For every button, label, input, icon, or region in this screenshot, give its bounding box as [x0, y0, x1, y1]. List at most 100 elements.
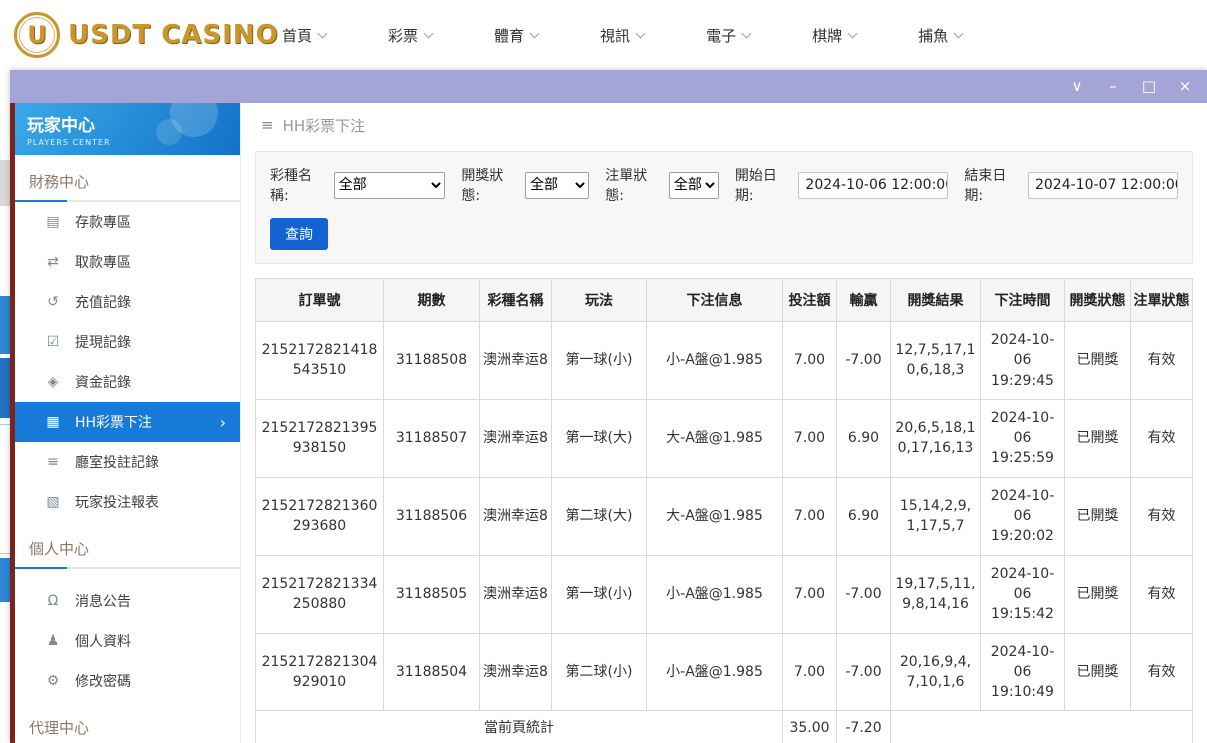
start-date-input[interactable] [798, 171, 949, 199]
sidebar-item-change-password[interactable]: ⚙ 修改密碼 [15, 661, 240, 701]
cell-bet-time: 2024-10-06 19:20:02 [980, 476, 1065, 556]
nav-item-electronic[interactable]: 電子 [706, 25, 752, 46]
sidebar-item-announcements[interactable]: Ω 消息公告 [15, 581, 240, 621]
main-content: ≡ HH彩票下注 彩種名稱: 全部 開獎狀態: 全部 注單狀態: 全部 開始日期… [241, 103, 1207, 743]
cell-play: 第二球(大) [551, 476, 647, 556]
col-bet-info: 下注信息 [646, 278, 783, 322]
cell-bet-info: 大-A盤@1.985 [646, 476, 783, 556]
logo-emblem-icon: U [14, 12, 60, 58]
cell-bet-info: 小-A盤@1.985 [646, 554, 783, 634]
cell-bet-amount: 7.00 [782, 632, 837, 712]
sidebar-item-recharge-records[interactable]: ↺ 充值記錄 [15, 282, 240, 322]
withdraw-icon: ⇄ [47, 254, 59, 270]
cell-bet-amount: 7.00 [782, 321, 837, 400]
sidebar-item-withdraw[interactable]: ⇄ 取款專區 [15, 242, 240, 282]
window-titlebar: ∨ – □ × [10, 70, 1207, 103]
table-header-row: 訂單號 期數 彩種名稱 玩法 下注信息 投注額 輸贏 開獎結果 下注時間 開獎狀… [255, 278, 1193, 322]
cell-order-no: 2152172821360293680 [255, 476, 384, 556]
cell-winloss: -7.00 [836, 554, 891, 634]
sidebar-item-profile[interactable]: ♟ 個人資料 [15, 621, 240, 661]
nav-item-fishing[interactable]: 捕魚 [918, 25, 964, 46]
sidebar: 玩家中心 PLAYERS CENTER 財務中心 ▤ 存款專區 ⇄ 取款專區 ↺… [15, 103, 241, 743]
end-date-input[interactable] [1027, 171, 1178, 199]
nav-item-sports[interactable]: 體育 [494, 25, 540, 46]
cell-bet-info: 小-A盤@1.985 [646, 321, 783, 400]
chevron-right-icon: › [219, 412, 226, 432]
order-status-select[interactable]: 全部 [668, 171, 719, 199]
cell-play: 第一球(小) [551, 554, 647, 634]
order-status-label: 注單狀態: [605, 168, 648, 204]
bets-table: 訂單號 期數 彩種名稱 玩法 下注信息 投注額 輸贏 開獎結果 下注時間 開獎狀… [255, 278, 1193, 743]
nav-item-chess[interactable]: 棋牌 [812, 25, 858, 46]
sidebar-item-label: HH彩票下注 [75, 415, 153, 431]
cell-draw-status: 已開獎 [1064, 476, 1131, 556]
col-period: 期數 [383, 278, 480, 322]
window-minimize-button[interactable]: – [1105, 79, 1121, 94]
col-bet-amount: 投注額 [782, 278, 837, 322]
cell-period: 31188505 [383, 554, 480, 634]
summary-winloss-total: -7.20 [836, 710, 891, 743]
nav-item-home[interactable]: 首頁 [282, 25, 328, 46]
funds-icon: ◈ [47, 374, 59, 390]
cell-winloss: -7.00 [836, 632, 891, 712]
col-play: 玩法 [551, 278, 647, 322]
lottery-name-select[interactable]: 全部 [333, 171, 446, 199]
window-collapse-button[interactable]: ∨ [1069, 79, 1085, 94]
page: U USDT CASINO 首頁 彩票 體育 視訊 電子 棋牌 捕魚 ∨ – □… [0, 0, 1207, 743]
section-underline [15, 567, 240, 569]
bell-icon: Ω [47, 593, 59, 609]
cell-lottery-name: 澳洲幸运8 [479, 632, 552, 712]
cell-lottery-name: 澳洲幸运8 [479, 476, 552, 556]
site-logo[interactable]: U USDT CASINO [14, 12, 279, 58]
sidebar-item-cashout-records[interactable]: ☑ 提現記錄 [15, 322, 240, 362]
cell-period: 31188507 [383, 398, 480, 478]
room-records-icon: ≡ [47, 454, 59, 470]
search-button[interactable]: 查詢 [270, 218, 328, 250]
cell-order-no: 2152172821418543510 [255, 321, 384, 400]
sidebar-item-room-bet-records[interactable]: ≡ 廳室投註記錄 [15, 442, 240, 482]
sidebar-item-label: 充值記錄 [75, 295, 131, 311]
cell-draw-result: 15,14,2,9,1,17,5,7 [890, 476, 981, 556]
cell-bet-time: 2024-10-06 19:25:59 [980, 398, 1065, 478]
table-row: 2152172821334250880 31188505 澳洲幸运8 第一球(小… [255, 554, 1193, 634]
sidebar-item-funds-records[interactable]: ◈ 資金記錄 [15, 362, 240, 402]
section-title-finance: 財務中心 [29, 173, 90, 191]
sidebar-item-label: 取款專區 [75, 255, 131, 271]
cell-bet-time: 2024-10-06 19:29:45 [980, 321, 1065, 400]
col-draw-result: 開獎結果 [890, 278, 981, 322]
cell-bet-info: 大-A盤@1.985 [646, 398, 783, 478]
cell-draw-result: 19,17,5,11,9,8,14,16 [890, 554, 981, 634]
filter-panel: 彩種名稱: 全部 開獎狀態: 全部 注單狀態: 全部 開始日期: 2024-10… [255, 151, 1193, 264]
cell-order-status: 有效 [1130, 632, 1193, 712]
sidebar-item-player-bet-report[interactable]: ▧ 玩家投注報表 [15, 482, 240, 522]
page-title-bar: ≡ HH彩票下注 [255, 103, 1193, 147]
menu-icon[interactable]: ≡ [261, 116, 274, 134]
summary-label: 當前頁統計 [255, 710, 783, 743]
recharge-icon: ↺ [47, 294, 59, 310]
sidebar-item-label: 廳室投註記錄 [75, 455, 159, 471]
nav-item-video[interactable]: 視訊 [600, 25, 646, 46]
section-title-personal: 個人中心 [29, 540, 90, 558]
cell-order-status: 有效 [1130, 554, 1193, 634]
cashout-icon: ☑ [46, 334, 60, 350]
draw-status-select[interactable]: 全部 [525, 171, 590, 199]
nav-item-lottery[interactable]: 彩票 [388, 25, 434, 46]
page-summary-row: 當前頁統計 35.00 -7.20 [255, 710, 1193, 743]
gear-icon: ⚙ [46, 673, 60, 689]
cell-draw-status: 已開獎 [1064, 398, 1131, 478]
sidebar-item-deposit[interactable]: ▤ 存款專區 [15, 202, 240, 242]
cell-winloss: 6.90 [836, 476, 891, 556]
cell-bet-amount: 7.00 [782, 476, 837, 556]
window-close-button[interactable]: × [1177, 79, 1193, 94]
col-lottery-name: 彩種名稱 [479, 278, 552, 322]
cell-bet-time: 2024-10-06 19:10:49 [980, 632, 1065, 712]
summary-bet-total: 35.00 [782, 710, 837, 743]
sidebar-item-label: 提現記錄 [75, 335, 131, 351]
sidebar-item-hh-lottery-bets[interactable]: ▦ HH彩票下注 › [15, 402, 240, 442]
chevron-down-icon [635, 28, 646, 38]
cell-play: 第一球(大) [551, 398, 647, 478]
sidebar-subtitle: PLAYERS CENTER [27, 138, 111, 147]
cell-bet-amount: 7.00 [782, 554, 837, 634]
cell-period: 31188504 [383, 632, 480, 712]
window-maximize-button[interactable]: □ [1141, 79, 1157, 94]
